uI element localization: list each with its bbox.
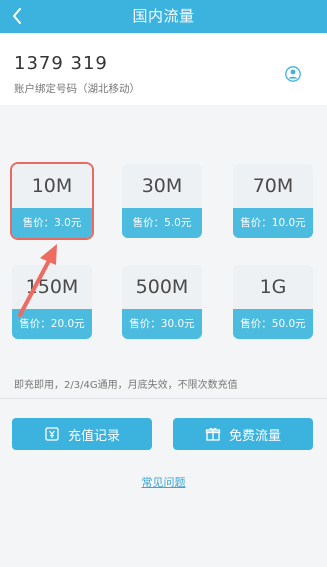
package-grid: 10M 售价：3.0元 30M 售价：5.0元 70M 售价：10.0元 150… — [0, 105, 327, 395]
package-size: 1G — [233, 265, 313, 309]
free-flow-button[interactable]: 免费流量 — [173, 418, 313, 450]
recharge-record-button[interactable]: 充值记录 — [12, 418, 152, 450]
package-size: 70M — [233, 164, 313, 208]
package-30m[interactable]: 30M 售价：5.0元 — [122, 164, 202, 238]
faq-link[interactable]: 常见问题 — [0, 474, 327, 490]
recharge-record-label: 充值记录 — [67, 428, 120, 444]
divider — [0, 398, 327, 399]
wallet-icon — [45, 427, 59, 441]
gift-icon — [205, 427, 221, 441]
package-70m[interactable]: 70M 售价：10.0元 — [233, 164, 313, 238]
package-price: 售价：50.0元 — [233, 309, 313, 339]
package-price: 售价：5.0元 — [122, 208, 202, 238]
account-note: 账户绑定号码（湖北移动） — [14, 83, 140, 95]
free-flow-label: 免费流量 — [228, 428, 281, 444]
user-icon[interactable] — [285, 66, 301, 82]
package-size: 500M — [122, 265, 202, 309]
package-price: 售价：30.0元 — [122, 309, 202, 339]
package-size: 30M — [122, 164, 202, 208]
header-bar: 国内流量 — [0, 0, 327, 33]
package-size: 10M — [12, 164, 92, 208]
package-price: 售价：20.0元 — [12, 309, 92, 339]
phone-number: 1379 319 — [14, 53, 108, 74]
package-size: 150M — [12, 265, 92, 309]
package-10m[interactable]: 10M 售价：3.0元 — [12, 164, 92, 238]
package-1g[interactable]: 1G 售价：50.0元 — [233, 265, 313, 339]
package-500m[interactable]: 500M 售价：30.0元 — [122, 265, 202, 339]
account-section: 1379 319 账户绑定号码（湖北移动） — [0, 33, 327, 105]
package-price: 售价：10.0元 — [233, 208, 313, 238]
page-title: 国内流量 — [132, 7, 195, 25]
package-note: 即充即用，2/3/4G通用，月底失效，不限次数充值 — [14, 380, 238, 391]
package-150m[interactable]: 150M 售价：20.0元 — [12, 265, 92, 339]
package-price: 售价：3.0元 — [12, 208, 92, 238]
